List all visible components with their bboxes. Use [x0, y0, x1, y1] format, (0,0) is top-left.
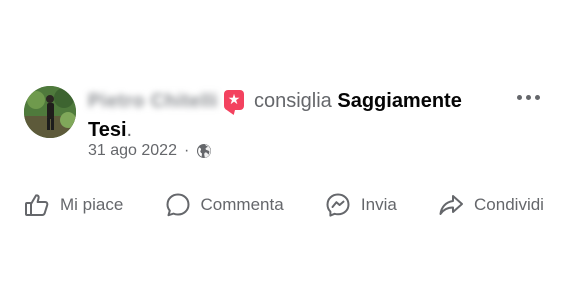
more-dot-icon [534, 94, 540, 100]
share-button[interactable]: Condividi [438, 192, 544, 218]
comment-button[interactable]: Commenta [165, 192, 284, 218]
thumbs-up-icon [24, 192, 50, 218]
action-bar: Mi piace Commenta Invia Condividi [24, 190, 544, 220]
author-name[interactable]: Pietro Chitelli [88, 88, 218, 116]
share-label: Condividi [474, 195, 544, 214]
like-label: Mi piace [60, 195, 124, 214]
comment-bubble-icon [165, 192, 191, 218]
share-arrow-icon [438, 192, 464, 218]
comment-label: Commenta [200, 195, 284, 214]
post-card: Pietro Chitelli ★ consiglia Saggiamente Te… [0, 0, 563, 300]
messenger-icon [325, 192, 351, 218]
send-label: Invia [360, 195, 397, 214]
more-dot-icon [525, 94, 531, 100]
page-name-part1: Saggiamente [337, 90, 462, 112]
more-dot-icon [516, 94, 522, 100]
send-button[interactable]: Invia [325, 192, 397, 218]
globe-icon[interactable] [196, 143, 212, 159]
more-options-button[interactable] [508, 86, 548, 108]
like-button[interactable]: Mi piace [24, 192, 123, 218]
post-date[interactable]: 31 ago 2022 [88, 142, 177, 160]
page-name-part2: Tesi [88, 118, 127, 141]
avatar[interactable] [24, 86, 76, 138]
sentence-period: . [126, 118, 133, 141]
recommend-verb: consiglia [253, 90, 332, 112]
post-header-text: Pietro Chitelli ★ consiglia Saggiamente Te… [88, 87, 508, 144]
star-speech-bubble-icon: ★ [223, 89, 244, 110]
meta-separator: · [183, 142, 190, 159]
post-meta: 31 ago 2022 · [88, 140, 212, 162]
